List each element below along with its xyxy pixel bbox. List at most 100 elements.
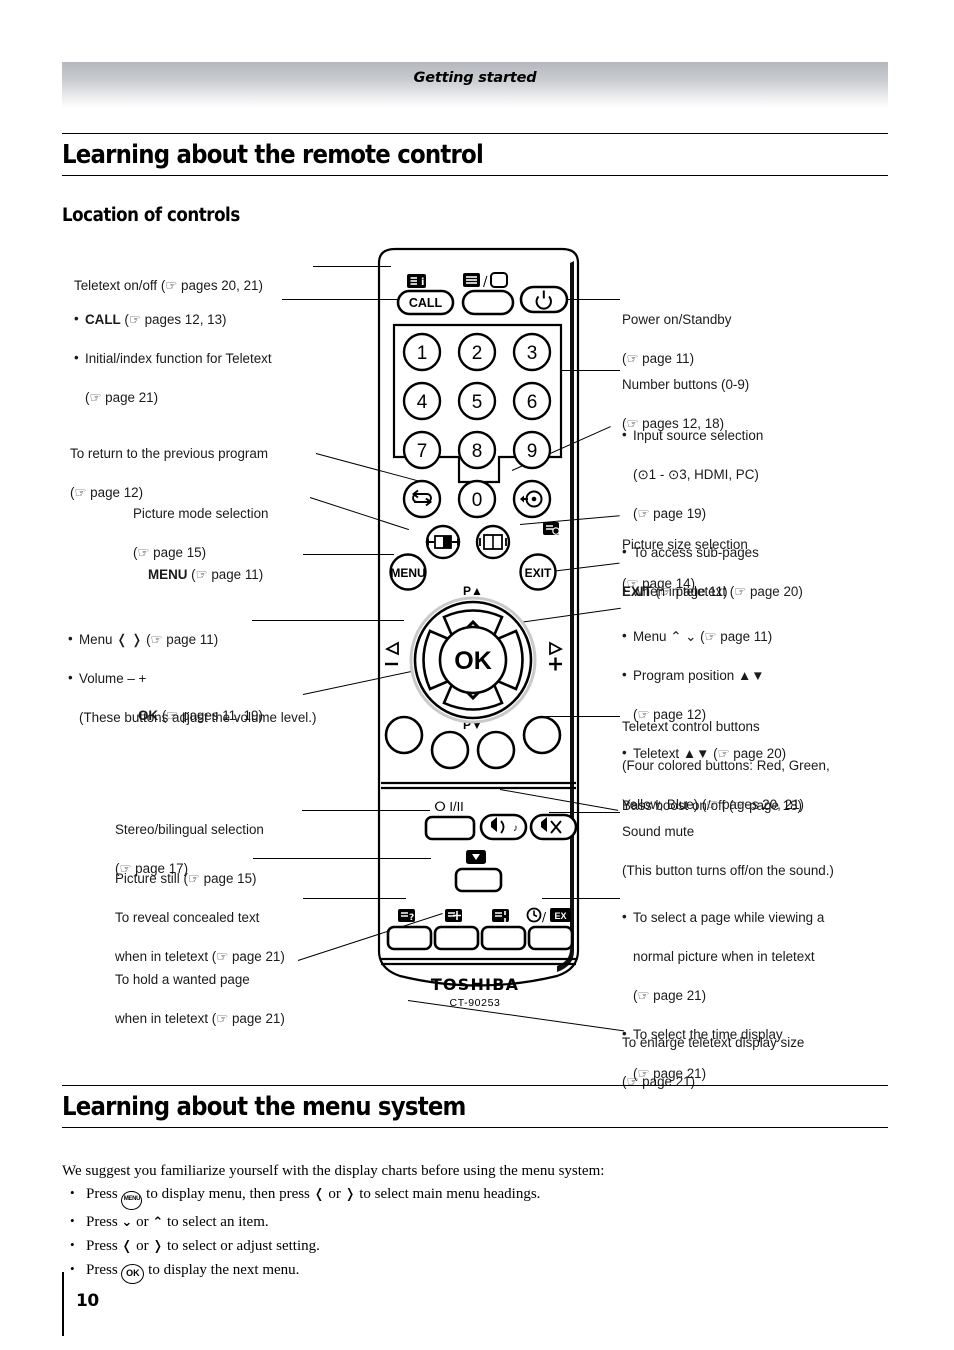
note-call-label: CALL <box>85 311 121 327</box>
svg-text:OK: OK <box>454 647 492 675</box>
note-enlarge-line2: (☞ page 21) <box>622 1073 696 1089</box>
left-arrow-icon: ❬ <box>313 1187 325 1202</box>
note-select-page-line2: normal picture when in teletext <box>633 948 815 964</box>
picture-mode-button <box>425 524 461 560</box>
page-number: 10 <box>76 1291 99 1311</box>
teletext-hold-icon <box>445 909 462 922</box>
note-input-source-line1: Input source selection <box>622 425 892 446</box>
note-call: CALL (☞ pages 12, 13) Initial/index func… <box>74 290 326 427</box>
model-label: CT-90253 <box>450 997 501 1009</box>
note-ok-line1: OK (☞ pages 11, 19) <box>138 706 328 726</box>
note-exit-line1: EXIT (☞ page 11) <box>622 582 882 602</box>
note-call-line1: CALL (☞ pages 12, 13) <box>74 309 326 330</box>
svg-text:8: 8 <box>472 441 483 462</box>
note-menu-updown-line1: Menu ⌃ ⌄ (☞ page 11) <box>622 626 892 647</box>
subpage-icon <box>543 522 560 535</box>
svg-text:CALL: CALL <box>409 296 443 310</box>
svg-text:4: 4 <box>417 392 428 413</box>
menu-step-1-a: Press <box>86 1186 118 1202</box>
return-button <box>402 479 442 519</box>
note-hold-page-line2: when in teletext (☞ page 21) <box>115 1010 285 1026</box>
teletext-yellow-button <box>476 730 516 770</box>
svg-text:i: i <box>421 277 424 288</box>
note-menu-line1: MENU (☞ page 11) <box>148 565 318 585</box>
note-picture-mode-line1: Picture mode selection <box>133 505 269 521</box>
teletext-function-buttons <box>386 925 574 951</box>
menu-step-1-or: or <box>328 1186 341 1202</box>
mute-button <box>529 813 578 841</box>
svg-text:5: 5 <box>472 392 483 413</box>
menu-step-3-b: to select or adjust setting. <box>166 1238 320 1254</box>
note-hold-page: To hold a wanted page when in teletext (… <box>115 950 345 1048</box>
menu-intro-text: We suggest you familiarize yourself with… <box>62 1163 605 1179</box>
brand-label: TOSHIBA <box>431 975 519 994</box>
menu-step-3: Press ❬ or ❭ to select or adjust setting… <box>62 1234 822 1258</box>
menu-step-1-b: to display menu, then press <box>146 1186 310 1202</box>
input-source-button <box>512 479 552 519</box>
picture-still-icon <box>466 850 486 864</box>
teletext-size-button <box>480 925 527 951</box>
menu-step-2-or: or <box>136 1214 149 1230</box>
note-menu-pages: (☞ page 11) <box>187 566 264 582</box>
note-menu-label: MENU <box>148 566 188 582</box>
note-menu-lr-line1: Menu ❬ ❭ (☞ page 11) <box>68 629 368 650</box>
teletext-onoff-button <box>461 289 515 316</box>
note-stereo-line1: Stereo/bilingual selection <box>115 821 264 837</box>
note-exit-pages: (☞ page 11) <box>651 583 728 599</box>
right-arrow-icon: ❭ <box>344 1187 356 1202</box>
teletext-reveal-button <box>386 925 433 951</box>
teletext-hold-button <box>433 925 480 951</box>
teletext-blue-button <box>522 715 562 755</box>
menu-step-2: Press ⌄ or ⌃ to select an item. <box>62 1210 822 1234</box>
note-picture-still-line1: Picture still (☞ page 15) <box>115 870 257 886</box>
down-arrow-icon: ⌄ <box>121 1215 133 1230</box>
svg-text:9: 9 <box>527 441 538 462</box>
menu-step-2-a: Press <box>86 1214 118 1230</box>
up-arrow-icon: ⌃ <box>152 1215 164 1230</box>
svg-text:EXIT: EXIT <box>525 566 552 580</box>
stereo-label: ⵔ I/II <box>434 799 464 814</box>
svg-text:3: 3 <box>527 343 538 364</box>
call-button: CALL <box>396 289 455 316</box>
note-number-buttons-line1: Number buttons (0-9) <box>622 376 750 392</box>
subsection-title-location: Location of controls <box>62 205 240 226</box>
menu-button: MENU <box>389 553 427 591</box>
teletext-index-icon: i <box>407 274 426 288</box>
menu-step-4-b: to display the next menu. <box>148 1262 300 1278</box>
note-power-line1: Power on/Standby <box>622 311 732 327</box>
teletext-toggle-icon: / <box>463 272 508 290</box>
svg-text:2: 2 <box>472 343 483 364</box>
stereo-button <box>424 815 476 841</box>
menu-step-3-a: Press <box>86 1238 118 1254</box>
menu-system-body: We suggest you familiarize yourself with… <box>62 1160 822 1284</box>
note-sound-mute-line1: Sound mute <box>622 823 695 839</box>
volume-down-icon <box>384 641 399 666</box>
svg-text:7: 7 <box>417 441 428 462</box>
teletext-size-icon <box>492 909 509 922</box>
svg-text:1: 1 <box>417 343 428 364</box>
svg-text:MENU: MENU <box>390 566 425 580</box>
svg-text:/: / <box>483 275 488 290</box>
menu-step-4: Press OK to display the next menu. <box>62 1258 822 1284</box>
note-menu: MENU (☞ page 11) <box>148 545 318 604</box>
note-call-pages: (☞ pages 12, 13) <box>120 311 227 327</box>
note-ok-label: OK <box>138 707 159 723</box>
running-header-title: Getting started <box>413 70 537 86</box>
note-select-page-line1: To select a page while viewing a <box>622 907 907 928</box>
note-menu-updown-line2: Program position ▲▼ <box>622 665 892 686</box>
bass-boost-button: ♪ <box>479 813 528 841</box>
menu-heading-rule-top <box>62 1085 888 1086</box>
note-hold-page-line1: To hold a wanted page <box>115 971 250 987</box>
note-sound-mute-line2: (This button turns off/on the sound.) <box>622 862 834 878</box>
note-reveal-text-line1: To reveal concealed text <box>115 909 260 925</box>
svg-text:♪: ♪ <box>513 823 518 834</box>
left-arrow-icon-2: ❬ <box>121 1239 133 1254</box>
note-call-line2: Initial/index function for Teletext <box>74 348 326 369</box>
teletext-green-button <box>430 730 470 770</box>
heading-rule-bottom <box>62 175 888 176</box>
picture-size-button <box>475 524 511 560</box>
svg-text:0: 0 <box>472 490 483 511</box>
menu-system-title: Learning about the menu system <box>62 1092 466 1122</box>
teletext-time-icon: / EX <box>526 907 571 924</box>
teletext-reveal-icon: ? <box>398 909 415 923</box>
